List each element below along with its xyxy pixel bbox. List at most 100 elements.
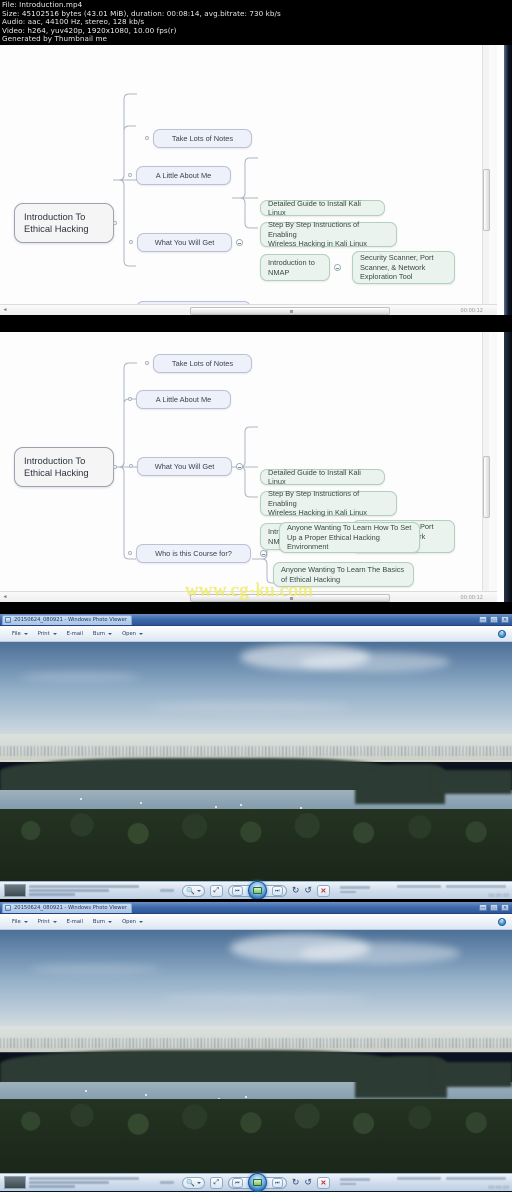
collapse-toggle-who-is-this-course-for[interactable] xyxy=(260,550,267,557)
mindmap-node-security-scanner[interactable]: Security Scanner, Port Scanner, & Networ… xyxy=(352,251,455,284)
rotate-right-button-1[interactable]: ↺ xyxy=(304,885,312,896)
window-title-label-2: 20150624_080921 - Windows Photo Viewer xyxy=(2,902,132,913)
chevron-down-icon xyxy=(52,632,57,635)
chevron-down-icon xyxy=(108,632,113,635)
mindmap-node-detailed-guide-kali[interactable]: Detailed Guide to Install Kali Linux xyxy=(260,199,385,217)
mindmap-node-step-by-step-wireless-2[interactable]: Step By Step Instructions of Enabling Wi… xyxy=(260,489,397,517)
mindmap-node-what-you-will-get[interactable]: What You Will Get xyxy=(137,233,232,252)
zoom-button-1[interactable]: 🔍 xyxy=(182,884,205,897)
collapse-toggle-nmap[interactable] xyxy=(334,264,341,271)
fit-to-window-button-1[interactable]: ⤢ xyxy=(209,884,223,897)
slideshow-icon xyxy=(252,1179,262,1186)
city-skyline-1 xyxy=(0,746,512,756)
thumbnail-preview-1[interactable] xyxy=(4,884,26,897)
mindmap-root-node[interactable]: Introduction To Ethical Hacking xyxy=(14,203,114,243)
zoom-button-2[interactable]: 🔍 xyxy=(182,1176,205,1189)
cloud-6 xyxy=(300,942,460,964)
chevron-down-icon xyxy=(138,632,143,635)
menu-open-1[interactable]: Open xyxy=(117,627,148,640)
help-icon[interactable]: ? xyxy=(498,630,506,638)
collapse-toggle-what-you-will-get-2[interactable] xyxy=(236,463,243,470)
rotate-left-button-2[interactable]: ↻ xyxy=(292,1177,300,1188)
minimize-button-2[interactable]: — xyxy=(479,904,487,911)
navigation-group-1: ⏮ ⏭ xyxy=(227,881,287,899)
mindmap-right-edge-1 xyxy=(504,45,512,315)
thumbnail-info-2 xyxy=(4,1176,139,1189)
fit-to-window-icon: ⤢ xyxy=(213,1178,220,1186)
menu-print-1[interactable]: Print xyxy=(33,627,62,640)
control-button-group-1: 🔍 ⤢ ⏮ ⏭ ↻ ↺ ✕ xyxy=(182,881,330,899)
window-title-bar-1[interactable]: 20150624_080921 - Windows Photo Viewer —… xyxy=(0,614,512,626)
menu-file-label-2: File xyxy=(12,918,21,925)
mindmap-horizontal-scrollbar[interactable]: ◄ xyxy=(0,304,497,315)
cloud-7 xyxy=(30,964,160,974)
chevron-down-icon xyxy=(196,1181,201,1184)
control-labels-2 xyxy=(340,1178,370,1186)
minimize-button-1[interactable]: — xyxy=(479,616,487,623)
help-icon[interactable]: ? xyxy=(498,918,506,926)
menu-open-label-2: Open xyxy=(122,918,136,925)
mindmap-canvas-2: Introduction To Ethical Hacking Take Lot… xyxy=(0,332,497,602)
menu-file-1[interactable]: File xyxy=(7,627,33,640)
next-button-2[interactable]: ⏭ xyxy=(271,1177,283,1188)
mindmap-node-anyone-learn-basics[interactable]: Anyone Wanting To Learn The Basics of Et… xyxy=(273,562,414,587)
window-title-text-1: 20150624_080921 - Windows Photo Viewer xyxy=(14,617,127,623)
rotate-left-button-1[interactable]: ↻ xyxy=(292,885,300,896)
photo-timestamp-2: 00:00:00 xyxy=(488,1186,509,1191)
chevron-down-icon xyxy=(196,889,201,892)
mindmap-node-introduction-to-nmap[interactable]: Introduction to NMAP xyxy=(260,254,330,281)
next-button-1[interactable]: ⏭ xyxy=(271,885,283,896)
mindmap-root-node-2[interactable]: Introduction To Ethical Hacking xyxy=(14,447,114,487)
zoom-readout-2 xyxy=(160,1181,174,1184)
menu-file-2[interactable]: File xyxy=(7,915,33,928)
mindmap-node-a-little-about-me-2[interactable]: A Little About Me xyxy=(136,390,231,409)
slideshow-button-2[interactable] xyxy=(247,1173,267,1192)
mindmap-vertical-scrollbar-2[interactable] xyxy=(482,332,490,602)
mindmap-canvas: Introduction To Ethical Hacking Take Lot… xyxy=(0,45,497,315)
slideshow-button-1[interactable] xyxy=(247,881,267,899)
previous-button-2[interactable]: ⏮ xyxy=(231,1177,243,1188)
photo-timestamp-1: 00:00:00 xyxy=(488,894,509,899)
collapse-toggle-what-you-will-get[interactable] xyxy=(236,239,243,246)
close-button-2[interactable]: ✕ xyxy=(501,904,509,911)
far-shoreline-1 xyxy=(0,758,390,792)
chevron-down-icon xyxy=(138,920,143,923)
mindmap-node-take-lots-of-notes[interactable]: Take Lots of Notes xyxy=(153,129,252,148)
menu-email-1[interactable]: E-mail xyxy=(62,627,88,640)
mindmap-node-step-by-step-wireless[interactable]: Step By Step Instructions of Enabling Wi… xyxy=(260,220,397,248)
scroll-left-arrow[interactable]: ◄ xyxy=(0,307,10,313)
thumbnail-preview-2[interactable] xyxy=(4,1176,26,1189)
mindmap-node-take-lots-of-notes-2[interactable]: Take Lots of Notes xyxy=(153,354,252,373)
mindmap-vertical-scrollbar[interactable] xyxy=(482,45,490,315)
delete-button-2[interactable]: ✕ xyxy=(316,1176,330,1189)
vertical-scroll-thumb-2[interactable] xyxy=(483,456,490,519)
rotate-right-button-2[interactable]: ↺ xyxy=(304,1177,312,1188)
scroll-left-arrow-2[interactable]: ◄ xyxy=(0,594,10,600)
cloud-3 xyxy=(20,672,140,682)
mindmap-node-what-you-will-get-2[interactable]: What You Will Get xyxy=(137,457,232,476)
menu-email-2[interactable]: E-mail xyxy=(62,915,88,928)
menu-print-2[interactable]: Print xyxy=(33,915,62,928)
mindmap-node-detailed-guide-kali-2[interactable]: Detailed Guide to Install Kali Linux xyxy=(260,468,385,486)
horizontal-scroll-thumb-2[interactable] xyxy=(190,593,390,602)
menu-open-2[interactable]: Open xyxy=(117,915,148,928)
magnifier-icon: 🔍 xyxy=(186,887,195,895)
control-right-meta-1 xyxy=(397,885,506,888)
horizontal-scroll-thumb[interactable] xyxy=(190,306,390,315)
maximize-button-1[interactable]: □ xyxy=(490,616,498,623)
mindmap-node-a-little-about-me[interactable]: A Little About Me xyxy=(136,166,231,185)
photo-viewer-toolbar-2: File Print E-mail Burn Open ? xyxy=(0,914,512,930)
menu-burn-1[interactable]: Burn xyxy=(88,627,117,640)
vertical-scroll-thumb[interactable] xyxy=(483,169,490,232)
window-title-bar-2[interactable]: 20150624_080921 - Windows Photo Viewer —… xyxy=(0,902,512,914)
fit-to-window-button-2[interactable]: ⤢ xyxy=(209,1176,223,1189)
menu-burn-2[interactable]: Burn xyxy=(88,915,117,928)
mindmap-node-anyone-set-up-environment[interactable]: Anyone Wanting To Learn How To Set Up a … xyxy=(279,522,420,553)
chevron-down-icon xyxy=(108,920,113,923)
mindmap-horizontal-scrollbar-2[interactable]: ◄ xyxy=(0,591,497,602)
maximize-button-2[interactable]: □ xyxy=(490,904,498,911)
delete-button-1[interactable]: ✕ xyxy=(316,884,330,897)
close-button-1[interactable]: ✕ xyxy=(501,616,509,623)
previous-button-1[interactable]: ⏮ xyxy=(231,885,243,896)
mindmap-node-who-is-this-course-for-2[interactable]: Who is this Course for? xyxy=(136,544,251,563)
